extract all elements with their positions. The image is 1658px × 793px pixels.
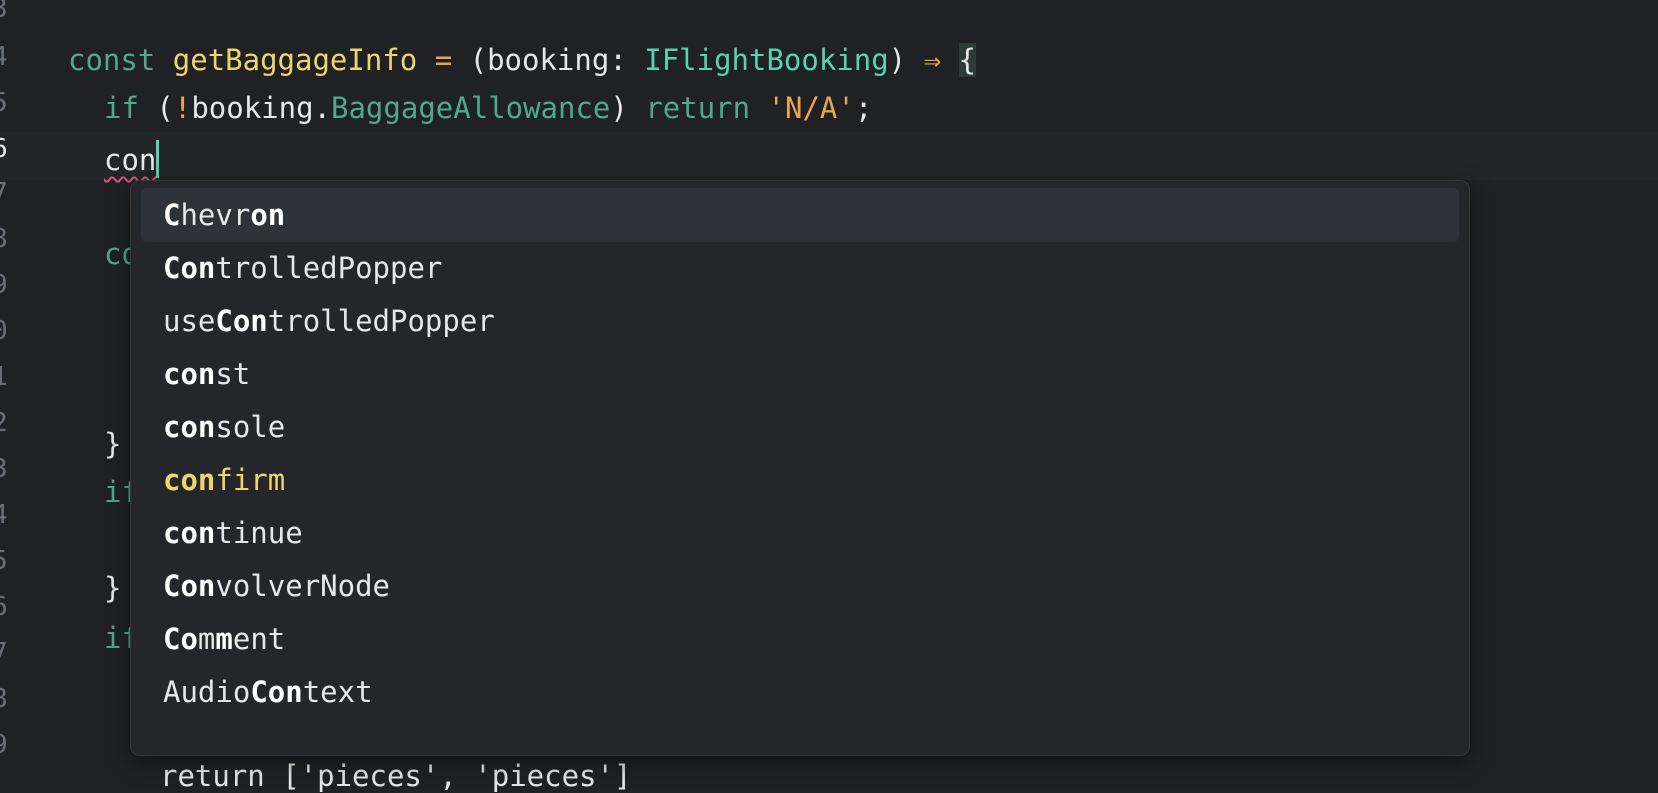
item-text: firm (215, 463, 286, 497)
keyword-const: const (68, 43, 156, 77)
match-highlight: con (163, 516, 216, 550)
match-highlight: Con (215, 304, 268, 338)
match-highlight: Con (250, 675, 303, 709)
operator: = (434, 43, 453, 77)
line-number: 8 (0, 684, 8, 714)
paren: ( (156, 91, 174, 125)
current-line-highlight (0, 132, 1658, 180)
match-highlight: Co (163, 622, 198, 656)
semicolon: ; (854, 91, 873, 125)
item-text: sole (215, 410, 286, 444)
autocomplete-item[interactable]: useControlledPopper (141, 294, 1459, 348)
line-number: 8 (0, 224, 8, 254)
identifier: booking (191, 91, 314, 125)
match-highlight: C (163, 198, 181, 232)
item-text: use (163, 304, 216, 338)
autocomplete-item[interactable]: confirm (141, 453, 1459, 507)
item-text: hevr (180, 198, 251, 232)
autocomplete-item[interactable]: Chevron (141, 188, 1459, 242)
line-number: 7 (0, 178, 8, 208)
keyword-return: return (645, 91, 751, 125)
paren: ( (469, 43, 488, 77)
match-highlight: Con (163, 251, 216, 285)
line-number: 0 (0, 316, 8, 346)
item-text: m (197, 622, 216, 656)
line-number: 4 (0, 42, 8, 72)
code-line-4[interactable]: const getBaggageInfo = (booking: IFlight… (68, 43, 977, 77)
line-number: 9 (0, 730, 8, 760)
property: BaggageAllowance (331, 91, 611, 125)
match-highlight: con (163, 410, 216, 444)
item-text: Audio (163, 675, 251, 709)
match-highlight: con (163, 463, 216, 497)
line-number: 3 (0, 0, 8, 24)
autocomplete-item[interactable]: console (141, 400, 1459, 454)
item-text: trolledPopper (267, 304, 495, 338)
line-number: 4 (0, 500, 8, 530)
line-number: 2 (0, 408, 8, 438)
arrow-operator: ⇒ (923, 43, 942, 77)
line-number-current: 6 (0, 134, 8, 164)
line-number: 6 (0, 592, 8, 622)
item-text: tinue (215, 516, 303, 550)
match-highlight: con (163, 357, 216, 391)
colon: : (609, 43, 645, 77)
match-highlight: m (215, 622, 233, 656)
autocomplete-item[interactable]: continue (141, 506, 1459, 560)
match-highlight: Con (163, 569, 216, 603)
code-line-15[interactable]: } (104, 572, 121, 604)
type-name: IFlightBooking (644, 43, 889, 77)
code-line-6[interactable]: con (104, 140, 160, 178)
autocomplete-item[interactable]: const (141, 347, 1459, 401)
item-text: volverNode (215, 569, 390, 603)
item-text: st (215, 357, 251, 391)
code-line-5[interactable]: if (!booking.BaggageAllowance) return 'N… (104, 92, 872, 124)
autocomplete-item[interactable]: Comment (141, 612, 1459, 666)
matching-brace: { (958, 43, 977, 77)
line-number: 1 (0, 362, 8, 392)
autocomplete-item[interactable]: ControlledPopper (141, 241, 1459, 295)
autocomplete-popup[interactable]: Chevron ControlledPopper useControlledPopp… (130, 180, 1470, 756)
match-highlight: on (250, 198, 286, 232)
dot: . (313, 91, 332, 125)
code-line-19[interactable]: return ['pieces', 'pieces'] (160, 760, 631, 792)
text-caret (156, 140, 160, 178)
code-line-12[interactable]: } (104, 428, 121, 460)
line-number: 9 (0, 270, 8, 300)
item-text: ent (232, 622, 286, 656)
typed-text: con (104, 143, 157, 177)
param-name: booking (487, 43, 610, 77)
operator: ! (173, 91, 192, 125)
function-name: getBaggageInfo (172, 43, 418, 77)
item-text: trolledPopper (215, 251, 443, 285)
paren: ) (610, 91, 628, 125)
line-number: 3 (0, 454, 8, 484)
line-number: 5 (0, 88, 8, 118)
autocomplete-item[interactable]: AudioContext (141, 665, 1459, 719)
line-number-gutter: 3 4 5 6 7 8 9 0 1 2 3 4 5 6 7 8 9 (0, 0, 40, 776)
item-text: text (302, 675, 373, 709)
autocomplete-item[interactable]: ConvolverNode (141, 559, 1459, 613)
keyword-if: if (104, 91, 139, 125)
line-number: 5 (0, 546, 8, 576)
paren: ) (888, 43, 907, 77)
line-number: 7 (0, 638, 8, 668)
string-literal: 'N/A' (767, 91, 855, 125)
